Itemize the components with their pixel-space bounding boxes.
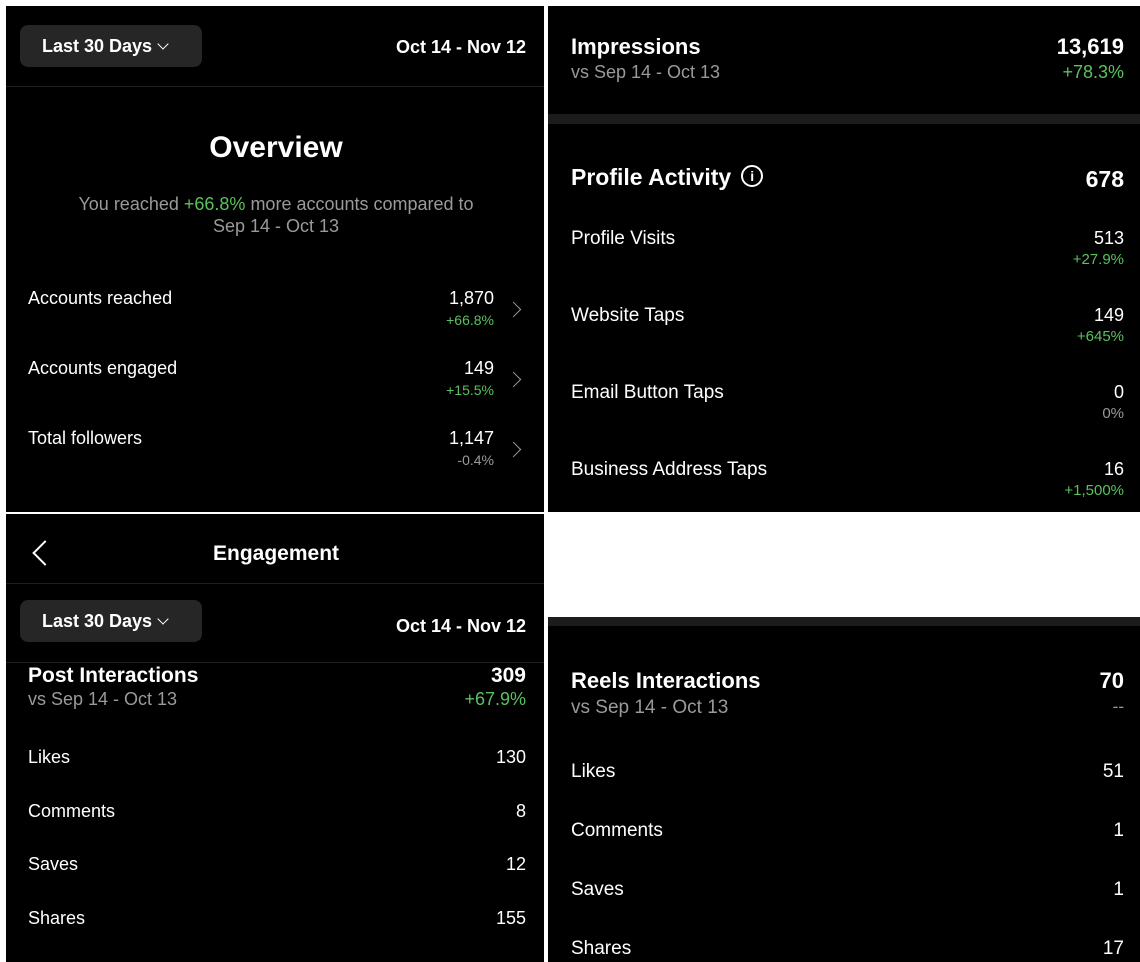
- row-label: Website Taps: [571, 305, 685, 326]
- row-label: Comments: [28, 801, 116, 821]
- date-range-text: Oct 14 - Nov 12: [395, 37, 526, 57]
- back-arrow-icon[interactable]: [32, 540, 58, 566]
- row-label: Saves: [28, 854, 79, 874]
- post-interactions-title: Post Interactions: [28, 664, 199, 687]
- chevron-down-icon: [157, 613, 169, 625]
- summary-compare-range: Sep 14 - Oct 13: [212, 216, 340, 236]
- row-value: 17: [1102, 938, 1124, 959]
- row-change: +645%: [1076, 328, 1124, 345]
- row-change: -0.4%: [457, 452, 494, 468]
- divider: [6, 662, 544, 663]
- row-change: +66.8%: [446, 312, 494, 328]
- profile-activity-title: Profile Activity i: [571, 164, 764, 191]
- reels-interactions-title: Reels Interactions: [571, 668, 761, 693]
- row-value: 51: [1102, 761, 1124, 782]
- row-label: Likes: [571, 761, 616, 782]
- post-interactions-total: 309: [490, 664, 526, 687]
- profile-activity-label: Profile Activity: [571, 164, 732, 190]
- row-label: Accounts engaged: [28, 358, 178, 378]
- divider: [6, 86, 544, 87]
- date-range-button[interactable]: Last 30 Days: [20, 600, 202, 642]
- row-label: Email Button Taps: [571, 382, 724, 403]
- info-icon[interactable]: i: [741, 164, 764, 187]
- chevron-right-icon: [505, 371, 522, 388]
- section-separator: [548, 617, 1140, 626]
- row-label: Saves: [571, 879, 624, 900]
- profile-activity-panel: Profile Activity i 678 Profile Visits 513…: [548, 124, 1140, 512]
- impressions-panel: Impressions vs Sep 14 - Oct 13 13,619 +7…: [548, 6, 1140, 114]
- reels-interactions-panel: Reels Interactions vs Sep 14 - Oct 13 70…: [548, 626, 1140, 962]
- row-label: Accounts reached: [28, 288, 173, 308]
- row-change: +15.5%: [446, 382, 494, 398]
- impressions-compare: vs Sep 14 - Oct 13: [571, 62, 721, 82]
- row-label: Comments: [571, 820, 663, 841]
- row-value: 1: [1113, 820, 1124, 841]
- row-value: 149: [463, 358, 494, 378]
- row-label: Profile Visits: [571, 228, 676, 249]
- reels-interactions-change: --: [1112, 697, 1124, 716]
- row-value: 12: [505, 854, 526, 874]
- engagement-panel: Engagement Last 30 Days Oct 14 - Nov 12 …: [6, 514, 544, 962]
- post-interactions-change: +67.9%: [464, 689, 526, 709]
- row-value: 155: [495, 908, 526, 928]
- summary-suffix: more accounts compared to: [245, 194, 474, 214]
- row-label: Likes: [28, 747, 71, 767]
- date-range-text: Oct 14 - Nov 12: [395, 616, 526, 636]
- impressions-change: +78.3%: [1062, 62, 1124, 82]
- post-interactions-compare: vs Sep 14 - Oct 13: [28, 689, 178, 709]
- row-value: 1,147: [448, 428, 494, 448]
- date-range-button[interactable]: Last 30 Days: [20, 25, 202, 67]
- reels-interactions-compare: vs Sep 14 - Oct 13: [571, 697, 729, 718]
- chevron-right-icon: [505, 301, 522, 318]
- row-label: Business Address Taps: [571, 459, 768, 480]
- row-value: 0: [1113, 382, 1124, 402]
- overview-panel: Last 30 Days Oct 14 - Nov 12 Overview Yo…: [6, 6, 544, 512]
- row-value: 149: [1093, 305, 1124, 325]
- page-title: Overview: [209, 131, 343, 164]
- section-separator: [548, 114, 1140, 124]
- row-value: 8: [515, 801, 526, 821]
- row-value: 513: [1093, 228, 1124, 248]
- engagement-header-title: Engagement: [213, 542, 340, 565]
- row-value: 1,870: [448, 288, 494, 308]
- summary-prefix: You reached: [78, 194, 184, 214]
- row-value: 130: [495, 747, 526, 767]
- summary-percent: +66.8%: [183, 194, 246, 214]
- profile-activity-total: 678: [1085, 166, 1124, 192]
- row-value: 1: [1113, 879, 1124, 900]
- impressions-value: 13,619: [1056, 34, 1124, 59]
- impressions-label: Impressions: [571, 34, 701, 59]
- date-range-button-label: Last 30 Days: [42, 611, 153, 631]
- row-label: Shares: [571, 938, 632, 959]
- row-value: 16: [1103, 459, 1124, 479]
- date-range-button-label: Last 30 Days: [42, 36, 153, 56]
- reels-interactions-total: 70: [1099, 668, 1124, 693]
- row-change: +1,500%: [1064, 482, 1124, 499]
- overview-summary: You reached +66.8% more accounts compare…: [6, 194, 544, 215]
- chevron-right-icon: [505, 441, 522, 458]
- row-change: 0%: [1102, 405, 1124, 422]
- row-change: +27.9%: [1072, 251, 1124, 268]
- row-label: Total followers: [28, 428, 143, 448]
- divider: [6, 583, 544, 584]
- chevron-down-icon: [157, 38, 169, 50]
- row-label: Shares: [28, 908, 86, 928]
